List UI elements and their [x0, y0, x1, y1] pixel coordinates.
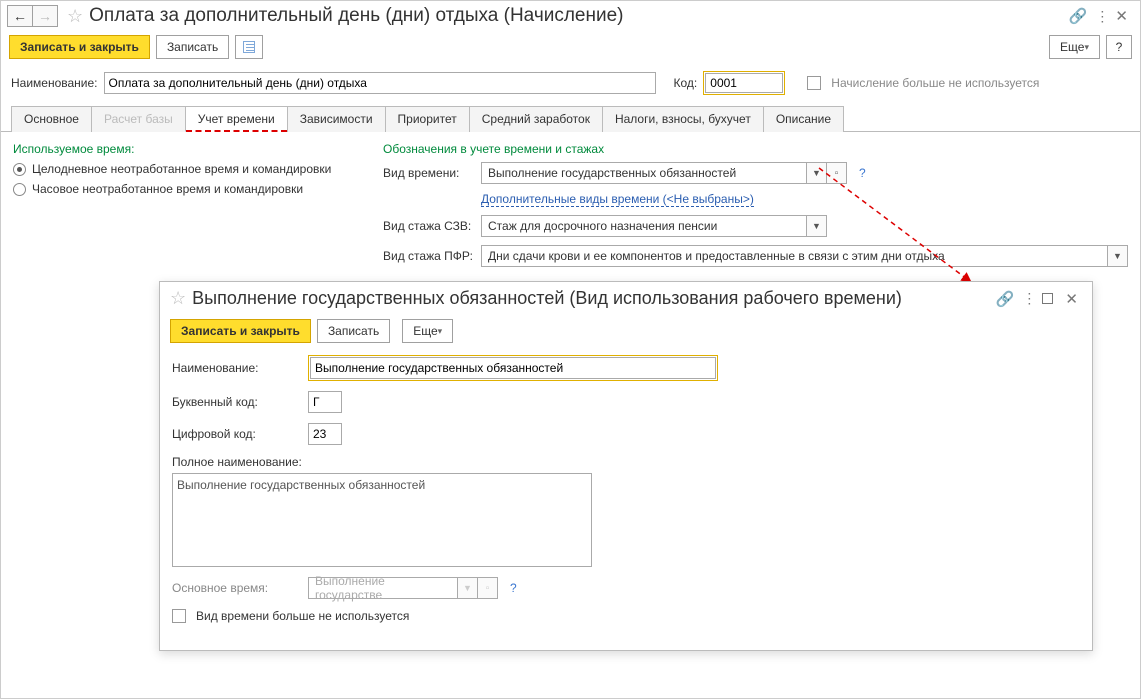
inner-link-icon[interactable]: 🔗: [996, 290, 1015, 308]
row-time-kind: Вид времени: Выполнение государственных …: [383, 162, 1128, 184]
szv-label: Вид стажа СЗВ:: [383, 219, 475, 233]
arrow-left-icon: [13, 9, 27, 24]
arrow-right-icon: [38, 9, 52, 24]
inner-more-menu-icon[interactable]: ⋮: [1022, 290, 1034, 307]
inner-letter-input[interactable]: [308, 391, 342, 413]
tab-main[interactable]: Основное: [11, 106, 92, 132]
code-label: Код:: [674, 76, 698, 90]
extra-kinds-link[interactable]: Дополнительные виды времени (<Не выбраны…: [481, 192, 754, 207]
inner-full-textarea[interactable]: [172, 473, 592, 567]
favorite-star-icon[interactable]: ☆: [67, 6, 83, 27]
header-fields: Наименование: Код: Начисление больше не …: [1, 67, 1140, 99]
deprecated-checkbox[interactable]: [807, 76, 821, 90]
inner-page-title: Выполнение государственных обязанностей …: [192, 288, 902, 309]
pfr-field[interactable]: Дни сдачи крови и ее компонентов и предо…: [481, 245, 1108, 267]
radio-icon: [13, 163, 26, 176]
main-titlebar: ☆ Оплата за дополнительный день (дни) от…: [1, 1, 1140, 31]
inner-base-dropdown-button: ▼: [458, 577, 478, 599]
inner-deprecated-label: Вид времени больше не используется: [196, 609, 409, 623]
help-button[interactable]: ?: [1106, 35, 1132, 59]
radio-hourly[interactable]: Часовое неотработанное время и командиро…: [13, 182, 353, 196]
inner-close-icon[interactable]: ✕: [1065, 290, 1078, 308]
more-menu-icon[interactable]: ⋮: [1095, 8, 1107, 25]
tab-priority[interactable]: Приоритет: [385, 106, 470, 132]
inner-full-label: Полное наименование:: [172, 455, 302, 469]
main-window: ☆ Оплата за дополнительный день (дни) от…: [0, 0, 1141, 699]
left-column: Используемое время: Целодневное неотрабо…: [13, 142, 353, 275]
inner-save-and-close-button[interactable]: Записать и закрыть: [170, 319, 311, 343]
inner-maximize-icon[interactable]: [1042, 293, 1053, 304]
tab-average-pay[interactable]: Средний заработок: [469, 106, 603, 132]
inner-row-name: Наименование:: [172, 355, 1080, 381]
radio-full-day-label: Целодневное неотработанное время и коман…: [32, 162, 331, 176]
main-toolbar: Записать и закрыть Записать Еще ?: [1, 31, 1140, 67]
inner-row-base: Основное время: Выполнение государстве ▼…: [172, 577, 1080, 599]
tabs: Основное Расчет базы Учет времени Зависи…: [1, 105, 1140, 132]
more-button[interactable]: Еще: [1049, 35, 1100, 59]
inner-name-label: Наименование:: [172, 361, 302, 375]
time-kind-help-icon[interactable]: ?: [859, 166, 866, 180]
pfr-label: Вид стажа ПФР:: [383, 249, 475, 263]
tab-content: Используемое время: Целодневное неотрабо…: [1, 132, 1140, 285]
inner-save-button[interactable]: Записать: [317, 319, 390, 343]
row-pfr: Вид стажа ПФР: Дни сдачи крови и ее комп…: [383, 245, 1128, 267]
time-kind-field[interactable]: Выполнение государственных обязанностей: [481, 162, 807, 184]
inner-base-help-icon[interactable]: ?: [510, 581, 517, 595]
inner-name-highlight: [308, 355, 718, 381]
save-button[interactable]: Записать: [156, 35, 229, 59]
row-extra-kinds: Дополнительные виды времени (<Не выбраны…: [383, 192, 1128, 207]
code-highlight: [703, 71, 785, 95]
notation-section-title: Обозначения в учете времени и стажах: [383, 142, 1128, 156]
tab-tax[interactable]: Налоги, взносы, бухучет: [602, 106, 764, 132]
list-button[interactable]: [235, 35, 263, 59]
time-kind-open-button[interactable]: ▫: [827, 162, 847, 184]
radio-hourly-label: Часовое неотработанное время и командиро…: [32, 182, 303, 196]
radio-icon: [13, 183, 26, 196]
inner-favorite-star-icon[interactable]: ☆: [170, 288, 186, 309]
name-input[interactable]: [104, 72, 656, 94]
inner-row-letter: Буквенный код:: [172, 391, 1080, 413]
inner-digit-input[interactable]: [308, 423, 342, 445]
close-icon[interactable]: ✕: [1115, 7, 1128, 25]
pfr-dropdown-button[interactable]: ▼: [1108, 245, 1128, 267]
page-title: Оплата за дополнительный день (дни) отды…: [89, 5, 623, 27]
code-input[interactable]: [705, 73, 783, 93]
time-kind-label: Вид времени:: [383, 166, 475, 180]
name-label: Наименование:: [11, 76, 98, 90]
inner-row-digit: Цифровой код:: [172, 423, 1080, 445]
inner-toolbar: Записать и закрыть Записать Еще: [160, 315, 1092, 351]
tab-dependencies[interactable]: Зависимости: [287, 106, 386, 132]
deprecated-label: Начисление больше не используется: [831, 76, 1039, 90]
inner-fields: Наименование: Буквенный код: Цифровой ко…: [160, 351, 1092, 637]
time-kind-dropdown-button[interactable]: ▼: [807, 162, 827, 184]
inner-titlebar: ☆ Выполнение государственных обязанносте…: [160, 282, 1092, 315]
tab-time-tracking[interactable]: Учет времени: [185, 106, 288, 132]
inner-window: ☆ Выполнение государственных обязанносте…: [159, 281, 1093, 651]
szv-field[interactable]: Стаж для досрочного назначения пенсии: [481, 215, 807, 237]
link-icon[interactable]: 🔗: [1069, 7, 1088, 25]
inner-row-full: Полное наименование:: [172, 455, 1080, 567]
inner-more-button[interactable]: Еще: [402, 319, 453, 343]
szv-dropdown-button[interactable]: ▼: [807, 215, 827, 237]
right-column: Обозначения в учете времени и стажах Вид…: [383, 142, 1128, 275]
inner-name-input[interactable]: [310, 357, 716, 379]
row-szv: Вид стажа СЗВ: Стаж для досрочного назна…: [383, 215, 1128, 237]
inner-letter-label: Буквенный код:: [172, 395, 302, 409]
radio-full-day[interactable]: Целодневное неотработанное время и коман…: [13, 162, 353, 176]
inner-base-field: Выполнение государстве: [308, 577, 458, 599]
inner-digit-label: Цифровой код:: [172, 427, 302, 441]
inner-row-deprecated: Вид времени больше не используется: [172, 609, 1080, 623]
nav-forward-button[interactable]: [32, 5, 58, 27]
tab-base[interactable]: Расчет базы: [91, 106, 186, 132]
used-time-section-title: Используемое время:: [13, 142, 353, 156]
list-icon: [243, 41, 255, 53]
tab-description[interactable]: Описание: [763, 106, 844, 132]
inner-deprecated-checkbox[interactable]: [172, 609, 186, 623]
nav-back-button[interactable]: [7, 5, 33, 27]
inner-base-open-button: ▫: [478, 577, 498, 599]
inner-base-label: Основное время:: [172, 581, 302, 595]
save-and-close-button[interactable]: Записать и закрыть: [9, 35, 150, 59]
